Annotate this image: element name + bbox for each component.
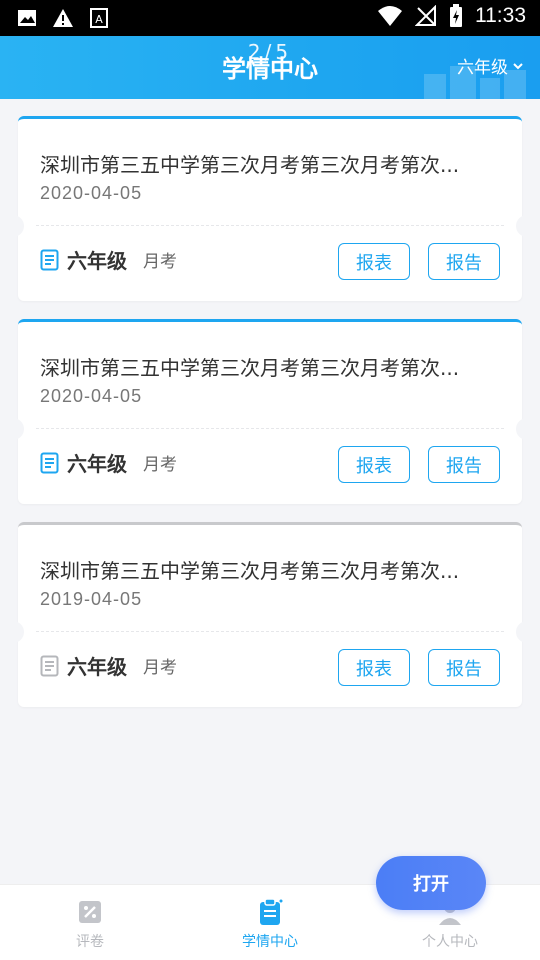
exam-type: 月考 bbox=[143, 252, 177, 272]
card-actions: 报表 报告 bbox=[338, 243, 500, 280]
exam-title: 深圳市第三五中学第三次月考第三次月考第次... bbox=[40, 356, 460, 380]
document-icon bbox=[40, 452, 59, 473]
report-table-button[interactable]: 报表 bbox=[338, 446, 410, 483]
exam-grade: 六年级 bbox=[67, 452, 127, 476]
report-button[interactable]: 报告 bbox=[428, 649, 500, 686]
exam-date: 2020-04-05 bbox=[40, 386, 143, 406]
exam-card[interactable]: 深圳市第三五中学第三次月考第三次月考第次... 2019-04-05 六年级 月… bbox=[12, 522, 528, 707]
card-notch-left bbox=[12, 418, 24, 440]
exam-title: 深圳市第三五中学第三次月考第三次月考第次... bbox=[40, 559, 460, 583]
tab-label: 学情中心 bbox=[242, 934, 298, 950]
card-notch-right bbox=[516, 621, 528, 643]
svg-text:A: A bbox=[95, 13, 103, 26]
card-notch-right bbox=[516, 418, 528, 440]
card-footer: 六年级 月考 bbox=[40, 245, 177, 274]
card-notch-left bbox=[12, 621, 24, 643]
card-divider bbox=[36, 631, 504, 632]
report-table-button[interactable]: 报表 bbox=[338, 649, 410, 686]
image-icon bbox=[18, 10, 36, 26]
app-header: 2/5 学情中心 六年级 bbox=[0, 36, 540, 99]
card-divider bbox=[36, 428, 504, 429]
exam-title: 深圳市第三五中学第三次月考第三次月考第次... bbox=[40, 153, 460, 177]
exam-card[interactable]: 深圳市第三五中学第三次月考第三次月考第次... 2020-04-05 六年级 月… bbox=[12, 116, 528, 301]
clock: 11:33 bbox=[475, 4, 526, 27]
wifi-icon bbox=[378, 6, 402, 26]
card-footer: 六年级 月考 bbox=[40, 651, 177, 680]
status-bar: A 11:33 bbox=[0, 0, 540, 36]
grade-filter-dropdown[interactable]: 六年级 bbox=[457, 53, 524, 78]
document-icon bbox=[40, 249, 59, 270]
card-divider bbox=[36, 225, 504, 226]
exam-type: 月考 bbox=[143, 658, 177, 678]
clipboard-icon bbox=[260, 898, 283, 925]
document-icon bbox=[40, 655, 59, 676]
exam-card[interactable]: 深圳市第三五中学第三次月考第三次月考第次... 2020-04-05 六年级 月… bbox=[12, 319, 528, 504]
battery-charging-icon bbox=[450, 4, 462, 27]
report-button[interactable]: 报告 bbox=[428, 243, 500, 280]
warning-icon bbox=[53, 9, 73, 27]
grading-icon bbox=[79, 901, 101, 923]
card-actions: 报表 报告 bbox=[338, 649, 500, 686]
tab-label: 评卷 bbox=[76, 934, 104, 950]
no-signal-icon bbox=[415, 5, 436, 26]
exam-type: 月考 bbox=[143, 455, 177, 475]
exam-date: 2019-04-05 bbox=[40, 589, 143, 609]
open-button[interactable]: 打开 bbox=[376, 856, 486, 910]
font-icon: A bbox=[90, 8, 108, 28]
exam-grade: 六年级 bbox=[67, 655, 127, 679]
card-actions: 报表 报告 bbox=[338, 446, 500, 483]
exam-list: 深圳市第三五中学第三次月考第三次月考第次... 2020-04-05 六年级 月… bbox=[12, 116, 528, 725]
tab-study-center[interactable]: 学情中心 bbox=[180, 885, 360, 960]
chevron-down-icon bbox=[513, 62, 523, 69]
grade-filter-label: 六年级 bbox=[457, 58, 508, 78]
tab-label: 个人中心 bbox=[422, 934, 478, 950]
exam-grade: 六年级 bbox=[67, 249, 127, 273]
exam-date: 2020-04-05 bbox=[40, 183, 143, 203]
report-table-button[interactable]: 报表 bbox=[338, 243, 410, 280]
tab-grading[interactable]: 评卷 bbox=[0, 885, 180, 960]
report-button[interactable]: 报告 bbox=[428, 446, 500, 483]
card-notch-left bbox=[12, 215, 24, 237]
card-footer: 六年级 月考 bbox=[40, 448, 177, 477]
card-notch-right bbox=[516, 215, 528, 237]
